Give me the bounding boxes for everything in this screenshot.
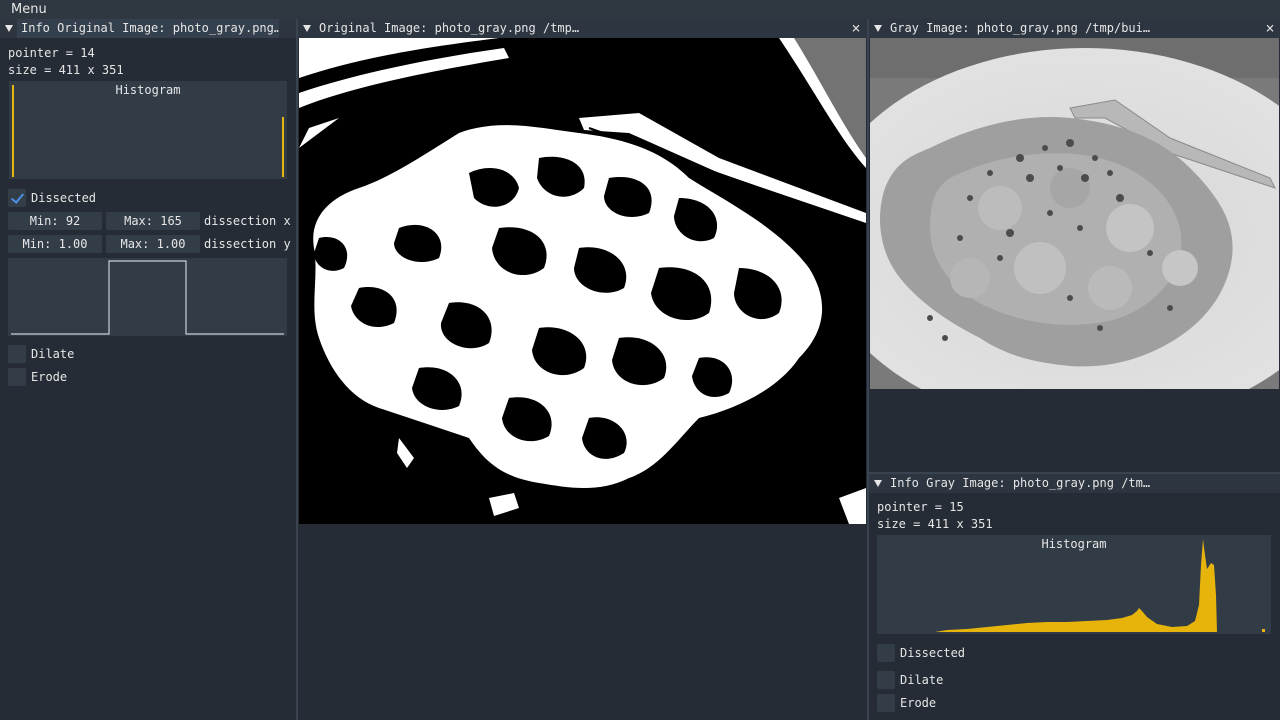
erode-label: Erode [900, 696, 937, 710]
info-original-panel: Info Original Image: photo_gray.png… poi… [0, 19, 296, 720]
dissected-checkbox[interactable] [8, 189, 26, 207]
histogram: Histogram [9, 81, 287, 179]
dissection-y-max[interactable]: Max: 1.00 [106, 235, 200, 253]
dissection-line [11, 260, 284, 335]
binary-image-drawing [299, 38, 866, 524]
original-image-panel: Original Image: photo_gray.png /tmp… × [298, 19, 867, 720]
dissected-label: Dissected [31, 191, 97, 205]
size-readout: size = 411 x 351 [8, 63, 124, 77]
collapse-icon[interactable] [5, 25, 13, 32]
histogram-area [935, 539, 1217, 632]
dilate-checkbox[interactable] [877, 671, 895, 689]
menu-bar: Menu [0, 0, 1280, 19]
dissection-y-label: dissection y [204, 237, 291, 251]
menu-button[interactable]: Menu [11, 2, 47, 17]
close-icon[interactable]: × [850, 19, 862, 38]
tab-info-original[interactable]: Info Original Image: photo_gray.png… [17, 19, 279, 38]
erode-checkbox[interactable] [877, 694, 895, 712]
histogram-bar-left [12, 85, 14, 177]
info-gray-title: Info Gray Image: photo_gray.png /tm… [890, 476, 1151, 490]
dissection-x-label: dissection x [204, 214, 291, 228]
gray-image-title: Gray Image: photo_gray.png /tmp/bui… [890, 21, 1151, 35]
info-original-titlebar[interactable]: Info Original Image: photo_gray.png… [0, 19, 296, 38]
info-gray-panel: Info Gray Image: photo_gray.png /tm… poi… [869, 474, 1280, 720]
dissection-plot [8, 258, 287, 336]
dissected-checkbox[interactable] [877, 644, 895, 662]
collapse-icon[interactable] [874, 25, 882, 32]
tab-title: Info Original Image: photo_gray.png… [21, 21, 279, 35]
histogram-plot [935, 539, 1265, 632]
histogram-bar-right [282, 117, 284, 177]
gray-image-titlebar[interactable]: Gray Image: photo_gray.png /tmp/bui… × [869, 19, 1280, 38]
histogram-plot [12, 85, 284, 177]
dissection-curve [11, 260, 284, 335]
binary-image[interactable] [299, 38, 866, 524]
collapse-icon[interactable] [874, 480, 882, 487]
dilate-label: Dilate [900, 673, 944, 687]
close-icon[interactable]: × [1264, 19, 1276, 38]
histogram: Histogram [877, 535, 1271, 634]
dissection-y-min[interactable]: Min: 1.00 [8, 235, 102, 253]
original-image-titlebar[interactable]: Original Image: photo_gray.png /tmp… × [298, 19, 867, 38]
gray-image-drawing [870, 38, 1279, 389]
erode-checkbox[interactable] [8, 368, 26, 386]
collapse-icon[interactable] [303, 25, 311, 32]
info-gray-titlebar[interactable]: Info Gray Image: photo_gray.png /tm… [869, 474, 1280, 493]
pointer-readout: pointer = 15 [877, 500, 964, 514]
histogram-bar-tail [1262, 629, 1265, 632]
dissected-label: Dissected [900, 646, 966, 660]
dilate-checkbox[interactable] [8, 345, 26, 363]
dissection-x-max[interactable]: Max: 165 [106, 212, 200, 230]
erode-label: Erode [31, 370, 68, 384]
gray-image[interactable] [870, 38, 1279, 389]
dissection-x-min[interactable]: Min: 92 [8, 212, 102, 230]
gray-image-panel: Gray Image: photo_gray.png /tmp/bui… × [869, 19, 1280, 472]
dilate-label: Dilate [31, 347, 75, 361]
size-readout: size = 411 x 351 [877, 517, 993, 531]
pointer-readout: pointer = 14 [8, 46, 95, 60]
original-image-title: Original Image: photo_gray.png /tmp… [319, 21, 580, 35]
